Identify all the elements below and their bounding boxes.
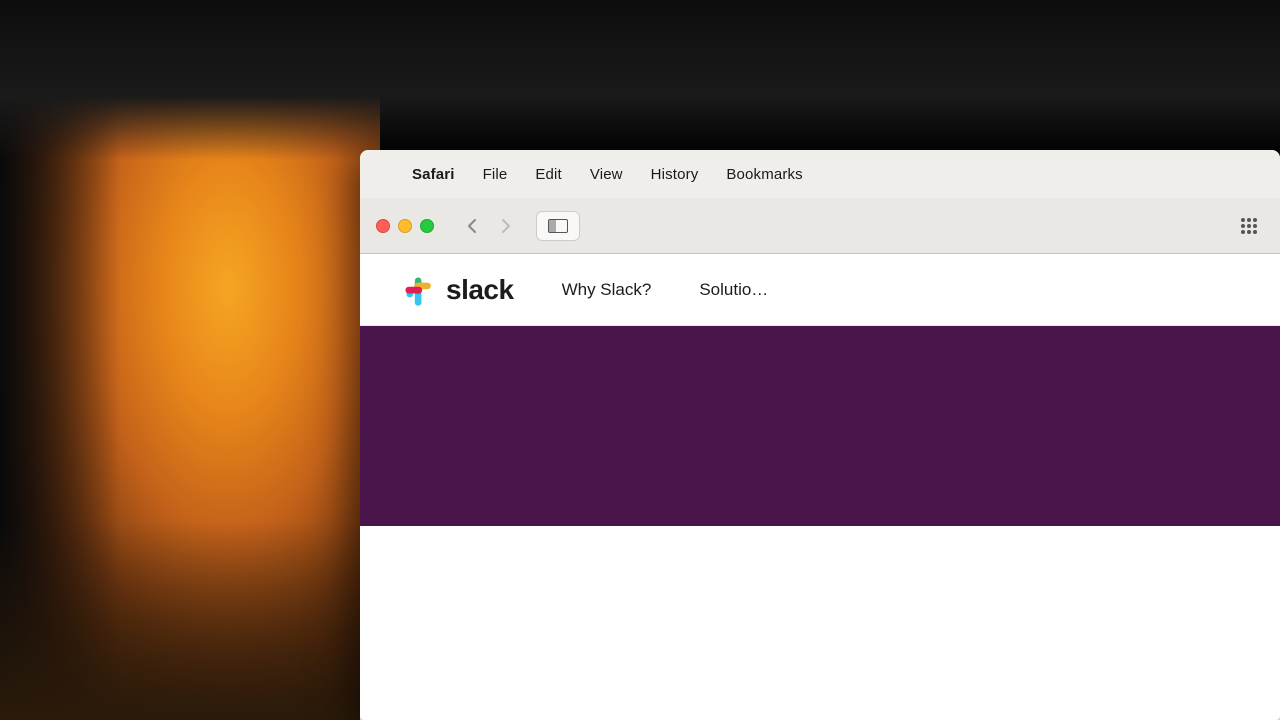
bg-dark-top xyxy=(0,0,1280,160)
grid-view-button[interactable] xyxy=(1234,211,1264,241)
macos-menubar: Safari File Edit View History Bookmarks xyxy=(360,150,1280,198)
view-menu[interactable]: View xyxy=(590,166,623,183)
fullscreen-button[interactable] xyxy=(420,219,434,233)
why-slack-nav[interactable]: Why Slack? xyxy=(562,280,652,300)
solutions-nav[interactable]: Solutio… xyxy=(699,280,768,300)
history-menu[interactable]: History xyxy=(651,166,699,183)
slack-logo-icon xyxy=(400,272,436,308)
file-menu[interactable]: File xyxy=(483,166,508,183)
minimize-button[interactable] xyxy=(398,219,412,233)
forward-button[interactable] xyxy=(490,212,522,240)
traffic-lights xyxy=(376,219,434,233)
nav-buttons xyxy=(456,212,522,240)
close-button[interactable] xyxy=(376,219,390,233)
sidebar-icon xyxy=(548,219,568,233)
sidebar-toggle-button[interactable] xyxy=(536,211,580,241)
slack-hero-section xyxy=(360,326,1280,526)
slack-navbar: slack Why Slack? Solutio… xyxy=(360,254,1280,326)
slack-wordmark: slack xyxy=(446,274,514,306)
back-button[interactable] xyxy=(456,212,488,240)
slack-logo-area[interactable]: slack xyxy=(400,272,514,308)
edit-menu[interactable]: Edit xyxy=(535,166,561,183)
safari-toolbar xyxy=(360,198,1280,254)
grid-icon xyxy=(1241,218,1257,234)
browser-content: slack Why Slack? Solutio… xyxy=(360,254,1280,720)
bookmarks-menu[interactable]: Bookmarks xyxy=(726,166,802,183)
laptop-frame: Safari File Edit View History Bookmarks xyxy=(360,150,1280,720)
safari-menu[interactable]: Safari xyxy=(412,166,455,183)
